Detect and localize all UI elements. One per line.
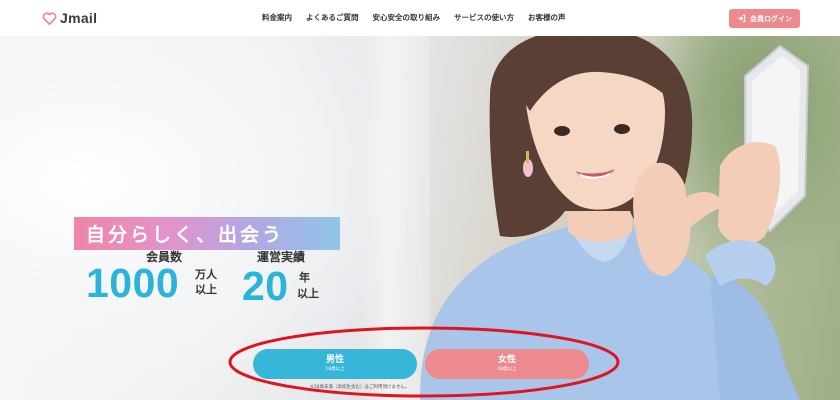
female-signup-label: 女性: [497, 354, 516, 365]
stat-years-unit-top: 年: [299, 271, 310, 284]
main-nav: 料金案内 よくあるご質問 安心安全の取り組み サービスの使い方 お客様の声: [262, 12, 580, 23]
male-signup-button[interactable]: 男性 18歳以上: [253, 349, 417, 379]
site-header: Jmail 料金案内 よくあるご質問 安心安全の取り組み サービスの使い方 お客…: [0, 0, 840, 36]
stat-members-unit-top: 万人: [195, 268, 217, 281]
stat-years-number: 20: [242, 263, 289, 309]
female-signup-button[interactable]: 女性 18歳以上: [425, 349, 589, 379]
male-signup-sub: 18歳以上: [325, 366, 345, 372]
login-arrow-icon: [737, 14, 746, 23]
stat-years-unit-bottom: 以上: [297, 287, 319, 300]
nav-item-faq[interactable]: よくあるご質問: [306, 12, 359, 23]
logo-text: Jmail: [60, 10, 98, 26]
hero-photo-woman: [420, 36, 810, 400]
male-signup-label: 男性: [325, 354, 344, 365]
logo[interactable]: Jmail: [42, 10, 97, 26]
age-notice: ※18歳未満（高校生含む）はご利用頂けません。: [310, 385, 410, 390]
hero-section: 自分らしく、出会う: [0, 36, 840, 400]
nav-item-voices[interactable]: お客様の声: [528, 12, 566, 23]
login-button[interactable]: 会員ログイン: [729, 9, 800, 28]
stat-members-number: 1000: [86, 260, 180, 306]
nav-item-safety[interactable]: 安心安全の取り組み: [373, 12, 441, 23]
nav-item-howto[interactable]: サービスの使い方: [454, 12, 514, 23]
stat-members-unit-bottom: 以上: [195, 283, 217, 296]
heart-icon: [42, 11, 57, 25]
login-label: 会員ログイン: [750, 14, 792, 23]
hero-tagline: 自分らしく、出会う: [74, 217, 340, 250]
nav-item-pricing[interactable]: 料金案内: [262, 12, 292, 23]
female-signup-sub: 18歳以上: [497, 366, 517, 372]
